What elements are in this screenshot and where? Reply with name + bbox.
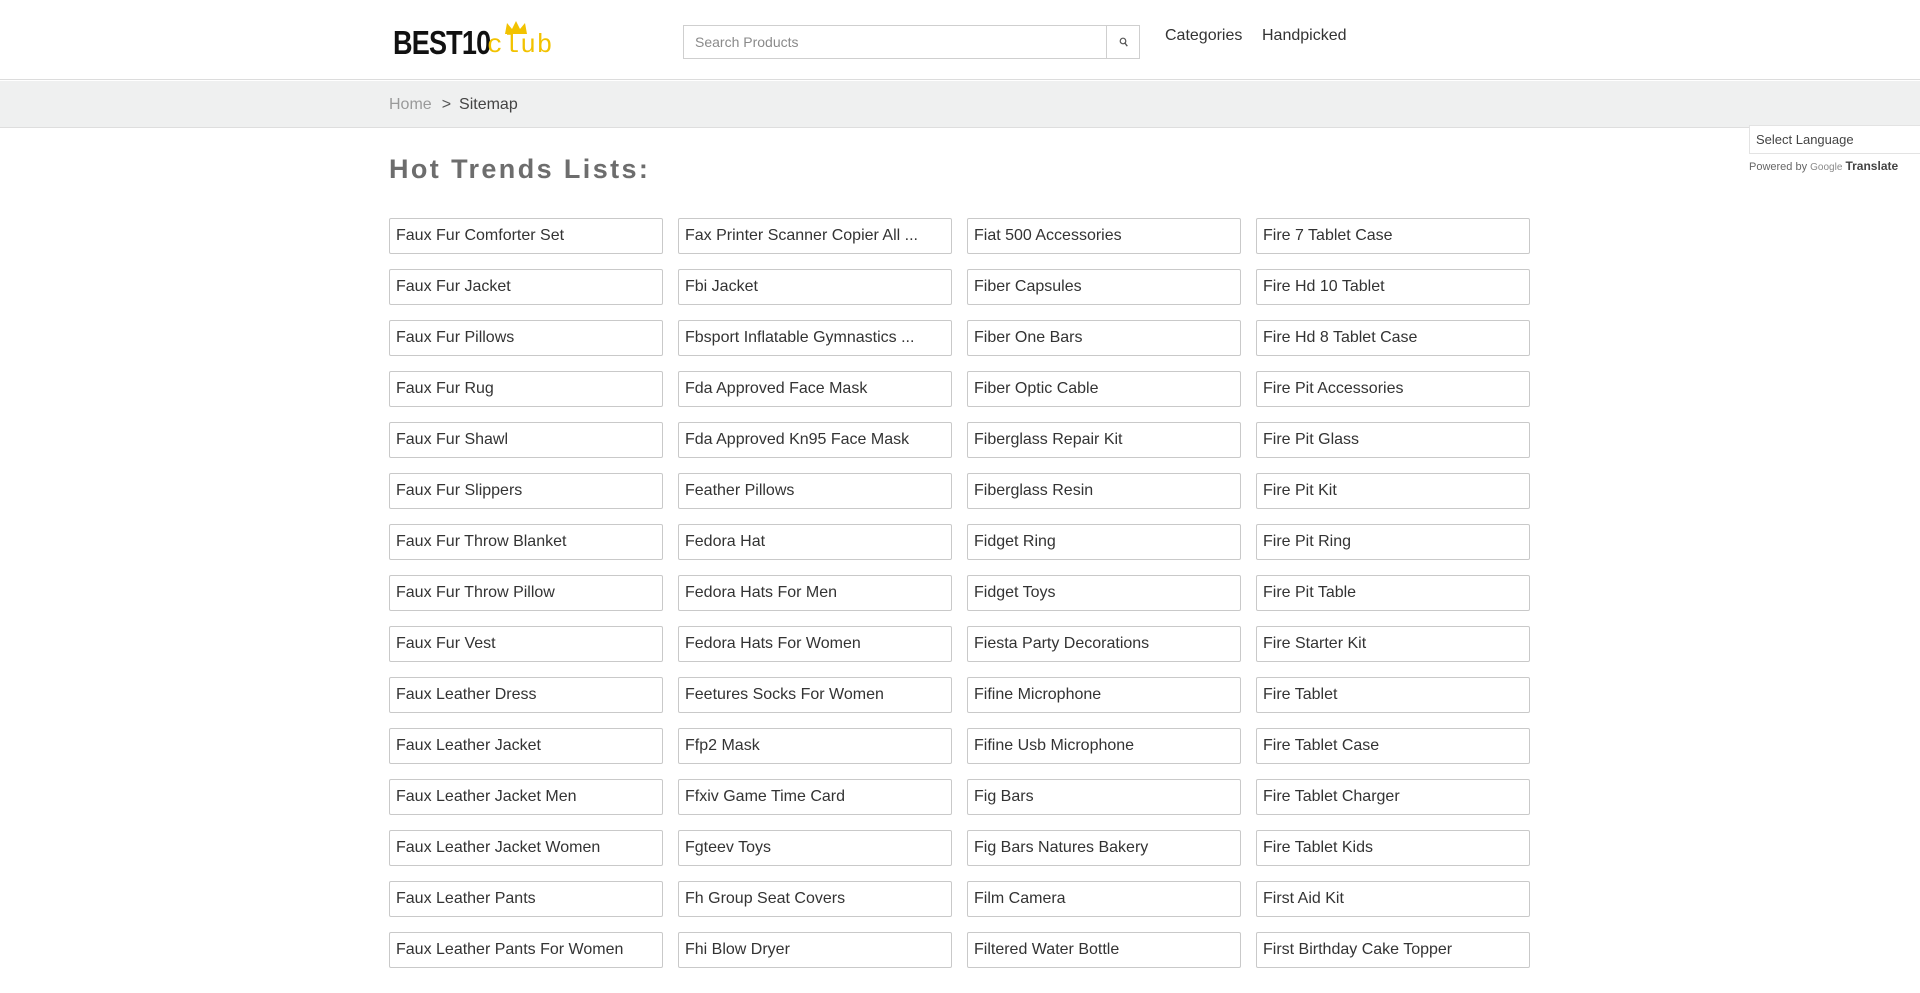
trend-list-item[interactable]: Fire Hd 10 Tablet <box>1256 269 1530 305</box>
logo-suffix: club <box>487 30 554 60</box>
trend-list-grid: Faux Fur Comforter Set Fax Printer Scanne… <box>389 218 1531 968</box>
site-header: BEST10 club Categories Handpicked <box>0 0 1920 80</box>
trend-list-item[interactable]: Filtered Water Bottle <box>967 932 1241 968</box>
trend-list-item[interactable]: Ffp2 Mask <box>678 728 952 764</box>
trend-list-item[interactable]: Fiber One Bars <box>967 320 1241 356</box>
language-select[interactable]: Select Language <box>1749 125 1920 154</box>
trend-list-item[interactable]: Fire Pit Ring <box>1256 524 1530 560</box>
trend-list-item[interactable]: Fire 7 Tablet Case <box>1256 218 1530 254</box>
trend-list-item[interactable]: Fiber Optic Cable <box>967 371 1241 407</box>
trend-list-item[interactable]: Faux Fur Rug <box>389 371 663 407</box>
trend-list-item[interactable]: Faux Leather Dress <box>389 677 663 713</box>
trend-list-item[interactable]: Film Camera <box>967 881 1241 917</box>
trend-list-item[interactable]: Faux Fur Shawl <box>389 422 663 458</box>
trend-list-item[interactable]: Faux Leather Jacket Women <box>389 830 663 866</box>
trend-list-item[interactable]: Fire Tablet Charger <box>1256 779 1530 815</box>
trend-list-item[interactable]: Faux Fur Throw Pillow <box>389 575 663 611</box>
breadcrumb-separator: > <box>441 96 452 113</box>
trend-list-item[interactable]: Fig Bars <box>967 779 1241 815</box>
trend-list-item[interactable]: Faux Leather Pants For Women <box>389 932 663 968</box>
trend-list-item[interactable]: Fire Pit Accessories <box>1256 371 1530 407</box>
search-icon <box>1119 37 1128 47</box>
trend-list-item[interactable]: Fig Bars Natures Bakery <box>967 830 1241 866</box>
trend-list-item[interactable]: Fda Approved Face Mask <box>678 371 952 407</box>
trend-list-item[interactable]: Feetures Socks For Women <box>678 677 952 713</box>
trend-list-item[interactable]: Fire Pit Table <box>1256 575 1530 611</box>
google-translate-widget: Select Language Powered by Google Transl… <box>1749 125 1920 173</box>
trend-list-item[interactable]: Faux Leather Pants <box>389 881 663 917</box>
trend-list-item[interactable]: Fire Tablet <box>1256 677 1530 713</box>
trend-list-item[interactable]: Faux Fur Throw Blanket <box>389 524 663 560</box>
trend-list-item[interactable]: Fh Group Seat Covers <box>678 881 952 917</box>
page-title: Hot Trends Lists: <box>389 154 651 184</box>
powered-by-label: Powered by <box>1749 161 1808 173</box>
translate-link[interactable]: Translate <box>1845 159 1898 173</box>
trend-list-item[interactable]: Fidget Toys <box>967 575 1241 611</box>
trend-list-item[interactable]: Ffxiv Game Time Card <box>678 779 952 815</box>
trend-list-item[interactable]: Fiesta Party Decorations <box>967 626 1241 662</box>
trend-list-item[interactable]: Fiberglass Repair Kit <box>967 422 1241 458</box>
trend-list-item[interactable]: Fire Pit Glass <box>1256 422 1530 458</box>
breadcrumb-current: Sitemap <box>459 96 518 113</box>
trend-list-item[interactable]: Fire Starter Kit <box>1256 626 1530 662</box>
trend-list-item[interactable]: Fedora Hats For Men <box>678 575 952 611</box>
logo-text: BEST10 <box>393 24 491 61</box>
trend-list-item[interactable]: Fire Hd 8 Tablet Case <box>1256 320 1530 356</box>
trend-list-item[interactable]: Fax Printer Scanner Copier All ... <box>678 218 952 254</box>
site-logo[interactable]: BEST10 club <box>393 18 563 62</box>
trend-list-item[interactable]: Fbi Jacket <box>678 269 952 305</box>
breadcrumb: Home > Sitemap <box>389 96 518 114</box>
trend-list-item[interactable]: Fifine Microphone <box>967 677 1241 713</box>
trend-list-item[interactable]: Fire Tablet Kids <box>1256 830 1530 866</box>
trend-list-item[interactable]: First Birthday Cake Topper <box>1256 932 1530 968</box>
trend-list-item[interactable]: Faux Fur Jacket <box>389 269 663 305</box>
trend-list-item[interactable]: Faux Leather Jacket Men <box>389 779 663 815</box>
trend-list-item[interactable]: Fda Approved Kn95 Face Mask <box>678 422 952 458</box>
search-input[interactable] <box>684 26 1107 58</box>
trend-list-item[interactable]: Fidget Ring <box>967 524 1241 560</box>
trend-list-item[interactable]: Fedora Hat <box>678 524 952 560</box>
nav-categories[interactable]: Categories <box>1165 27 1242 45</box>
trend-list-item[interactable]: Fifine Usb Microphone <box>967 728 1241 764</box>
trend-list-item[interactable]: Fbsport Inflatable Gymnastics ... <box>678 320 952 356</box>
trend-list-item[interactable]: Faux Fur Comforter Set <box>389 218 663 254</box>
breadcrumb-home-link[interactable]: Home <box>389 96 432 113</box>
trend-list-item[interactable]: Fedora Hats For Women <box>678 626 952 662</box>
trend-list-item[interactable]: Faux Fur Slippers <box>389 473 663 509</box>
translate-powered-by: Powered by Google Translate <box>1749 159 1920 173</box>
trend-list-item[interactable]: Faux Fur Vest <box>389 626 663 662</box>
trend-list-item[interactable]: Faux Leather Jacket <box>389 728 663 764</box>
trend-list-item[interactable]: First Aid Kit <box>1256 881 1530 917</box>
trend-list-item[interactable]: Fiber Capsules <box>967 269 1241 305</box>
breadcrumb-bar: Home > Sitemap <box>0 81 1920 128</box>
trend-list-item[interactable]: Fiat 500 Accessories <box>967 218 1241 254</box>
google-logo: Google <box>1810 162 1843 173</box>
trend-list-item[interactable]: Feather Pillows <box>678 473 952 509</box>
trend-list-item[interactable]: Fiberglass Resin <box>967 473 1241 509</box>
nav-handpicked[interactable]: Handpicked <box>1262 27 1347 45</box>
trend-list-item[interactable]: Fhi Blow Dryer <box>678 932 952 968</box>
trend-list-item[interactable]: Faux Fur Pillows <box>389 320 663 356</box>
search-box <box>683 25 1140 59</box>
search-button[interactable] <box>1106 26 1139 58</box>
trend-list-item[interactable]: Fire Tablet Case <box>1256 728 1530 764</box>
trend-list-item[interactable]: Fgteev Toys <box>678 830 952 866</box>
trend-list-item[interactable]: Fire Pit Kit <box>1256 473 1530 509</box>
